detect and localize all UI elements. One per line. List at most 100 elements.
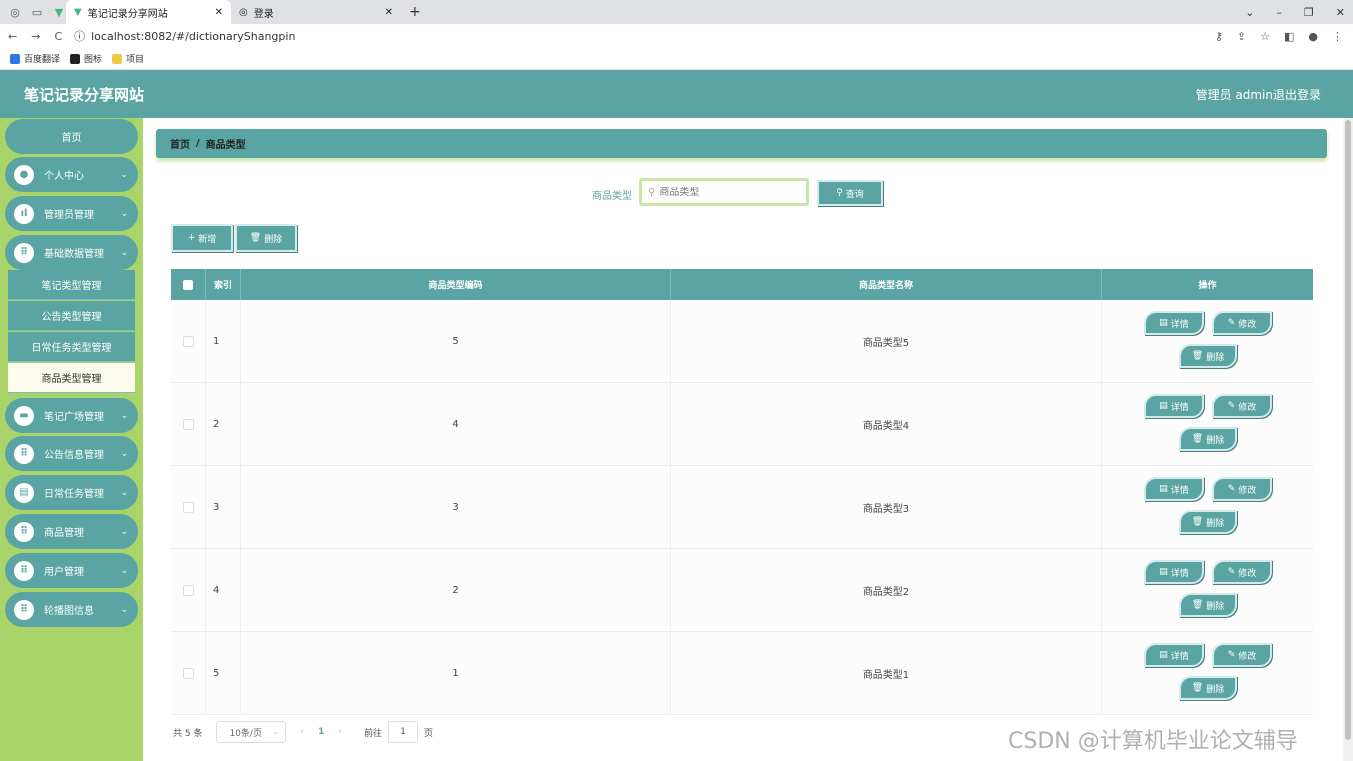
tab-group-icon[interactable]: ▭ bbox=[30, 5, 44, 19]
prev-page-icon[interactable]: ‹ bbox=[300, 727, 304, 737]
detail-button[interactable]: ▤ 详情 bbox=[1144, 311, 1204, 335]
sidebar-item-home[interactable]: 首页 bbox=[5, 119, 138, 154]
edit-button[interactable]: ✎ 修改 bbox=[1212, 477, 1272, 501]
address-bar: ← → C ⓘ localhost:8082/#/dictionaryShang… bbox=[0, 24, 1353, 48]
sidebar-item-admin[interactable]: ıl 管理员管理 ⌄ bbox=[5, 196, 138, 231]
batch-delete-button[interactable]: 🗑 删除 bbox=[235, 224, 297, 252]
row-checkbox[interactable] bbox=[182, 336, 194, 347]
chevron-down-icon: ⌄ bbox=[120, 410, 128, 421]
search-input[interactable] bbox=[659, 186, 800, 198]
back-icon[interactable]: ← bbox=[8, 30, 17, 43]
trash-icon: 🗑 bbox=[1191, 683, 1204, 693]
translate-icon bbox=[10, 53, 20, 64]
submenu-task-type[interactable]: 日常任务类型管理 bbox=[8, 332, 135, 362]
sidebar-item-basic-data[interactable]: ⠿ 基础数据管理 ⌄ bbox=[5, 235, 138, 270]
trash-icon: 🗑 bbox=[249, 233, 262, 243]
submenu-note-type[interactable]: 笔记类型管理 bbox=[8, 270, 135, 300]
browser-tab-login[interactable]: ◎ 登录 ✕ bbox=[231, 0, 401, 24]
document-icon: ▤ bbox=[1159, 484, 1168, 494]
cell-index: 2 bbox=[206, 383, 241, 466]
edit-button[interactable]: ✎ 修改 bbox=[1212, 560, 1272, 584]
table-row: 4 2 商品类型2 ▤ 详情 ✎ 修改 🗑 删除 bbox=[171, 549, 1313, 632]
detail-button[interactable]: ▤ 详情 bbox=[1144, 477, 1204, 501]
site-info-icon[interactable]: ⓘ bbox=[74, 28, 85, 44]
delete-button[interactable]: 🗑 删除 bbox=[1179, 510, 1237, 534]
sidebar-item-personal[interactable]: ● 个人中心 ⌄ bbox=[5, 157, 138, 192]
browser-menu-icon[interactable]: ◎ bbox=[8, 5, 22, 19]
delete-button[interactable]: 🗑 删除 bbox=[1179, 593, 1237, 617]
breadcrumb-home[interactable]: 首页 bbox=[170, 136, 190, 151]
sidebar-item-note-square[interactable]: ▬ 笔记广场管理 ⌄ bbox=[5, 398, 138, 433]
delete-button[interactable]: 🗑 删除 bbox=[1179, 344, 1237, 368]
close-window-button[interactable]: ✕ bbox=[1336, 6, 1345, 19]
cell-code: 2 bbox=[241, 549, 671, 632]
page-number[interactable]: 1 bbox=[318, 727, 324, 737]
close-tab-icon[interactable]: ✕ bbox=[385, 7, 393, 18]
detail-button[interactable]: ▤ 详情 bbox=[1144, 394, 1204, 418]
forward-icon[interactable]: → bbox=[31, 30, 40, 43]
row-checkbox[interactable] bbox=[182, 502, 194, 513]
sidebar-item-daily-task[interactable]: ▤ 日常任务管理 ⌄ bbox=[5, 475, 138, 510]
submenu-product-type[interactable]: 商品类型管理 bbox=[8, 363, 135, 393]
key-icon[interactable]: ⚷ bbox=[1215, 30, 1223, 43]
row-checkbox[interactable] bbox=[182, 419, 194, 430]
more-icon[interactable]: ⋮ bbox=[1332, 30, 1343, 43]
tab-search-icon[interactable]: ⌄ bbox=[1245, 6, 1254, 19]
row-select-cell bbox=[171, 549, 206, 632]
delete-button[interactable]: 🗑 删除 bbox=[1179, 676, 1237, 700]
share-icon[interactable]: ⇪ bbox=[1237, 30, 1246, 43]
minimize-button[interactable]: – bbox=[1276, 6, 1282, 19]
goto-page-input[interactable]: 1 bbox=[387, 721, 418, 743]
close-tab-icon[interactable]: ✕ bbox=[215, 7, 223, 18]
cell-actions: ▤ 详情 ✎ 修改 🗑 删除 bbox=[1102, 632, 1313, 715]
search-button[interactable]: ⚲ 查询 bbox=[817, 180, 883, 206]
star-icon[interactable]: ☆ bbox=[1260, 30, 1270, 43]
scrollbar[interactable] bbox=[1343, 118, 1353, 761]
detail-button[interactable]: ▤ 详情 bbox=[1144, 560, 1204, 584]
cell-actions: ▤ 详情 ✎ 修改 🗑 删除 bbox=[1102, 549, 1313, 632]
search-icon: ⚲ bbox=[836, 188, 843, 198]
submenu-notice-type[interactable]: 公告类型管理 bbox=[8, 301, 135, 331]
sidebar-item-product[interactable]: ⠿ 商品管理 ⌄ bbox=[5, 514, 138, 549]
bookmark-translate[interactable]: 百度翻译 bbox=[10, 52, 60, 65]
restore-button[interactable]: ❐ bbox=[1304, 6, 1314, 19]
sidepanel-icon[interactable]: ◧ bbox=[1284, 30, 1294, 43]
page-size-select[interactable]: 10条/页 ⌄ bbox=[216, 721, 287, 743]
new-tab-button[interactable]: + bbox=[409, 4, 421, 20]
image-icon bbox=[70, 53, 81, 64]
sidebar-item-carousel[interactable]: ⠿ 轮播图信息 ⌄ bbox=[5, 592, 138, 627]
reload-icon[interactable]: C bbox=[54, 30, 62, 43]
pencil-icon: ✎ bbox=[1227, 318, 1236, 328]
bookmark-project[interactable]: 项目 bbox=[112, 52, 144, 65]
cell-index: 3 bbox=[206, 466, 241, 549]
row-checkbox[interactable] bbox=[182, 668, 194, 679]
add-button[interactable]: + 新增 bbox=[171, 224, 233, 252]
select-all-checkbox[interactable] bbox=[183, 279, 193, 290]
detail-button[interactable]: ▤ 详情 bbox=[1144, 643, 1204, 667]
sidebar-item-user[interactable]: ⠿ 用户管理 ⌄ bbox=[5, 553, 138, 588]
header-index: 索引 bbox=[206, 269, 241, 300]
delete-button[interactable]: 🗑 删除 bbox=[1179, 427, 1237, 451]
search-field[interactable]: ⚲ bbox=[639, 178, 809, 206]
sidebar-item-notice[interactable]: ⠿ 公告信息管理 ⌄ bbox=[5, 436, 138, 471]
cell-code: 3 bbox=[241, 466, 671, 549]
cell-actions: ▤ 详情 ✎ 修改 🗑 删除 bbox=[1102, 300, 1313, 383]
logout-link[interactable]: 退出登录 bbox=[1273, 86, 1321, 103]
row-checkbox[interactable] bbox=[182, 585, 194, 596]
next-page-icon[interactable]: › bbox=[338, 727, 342, 737]
chevron-down-icon: ⌄ bbox=[120, 247, 128, 258]
chevron-down-icon: ⌄ bbox=[120, 208, 128, 219]
cell-name: 商品类型4 bbox=[671, 383, 1102, 466]
scrollbar-thumb[interactable] bbox=[1345, 120, 1351, 740]
edit-button[interactable]: ✎ 修改 bbox=[1212, 311, 1272, 335]
edit-button[interactable]: ✎ 修改 bbox=[1212, 394, 1272, 418]
browser-tab-active[interactable]: ▼ 笔记记录分享网站 ✕ bbox=[66, 0, 231, 24]
trash-icon: 🗑 bbox=[1191, 517, 1204, 527]
breadcrumb: 首页 / 商品类型 bbox=[156, 129, 1327, 158]
profile-icon[interactable]: ● bbox=[1308, 30, 1318, 43]
chevron-down-icon: ⌄ bbox=[120, 526, 128, 537]
edit-button[interactable]: ✎ 修改 bbox=[1212, 643, 1272, 667]
table-row: 5 1 商品类型1 ▤ 详情 ✎ 修改 🗑 删除 bbox=[171, 632, 1313, 715]
bookmark-icons[interactable]: 图标 bbox=[70, 52, 102, 65]
url-field[interactable]: localhost:8082/#/dictionaryShangpin bbox=[91, 30, 295, 43]
